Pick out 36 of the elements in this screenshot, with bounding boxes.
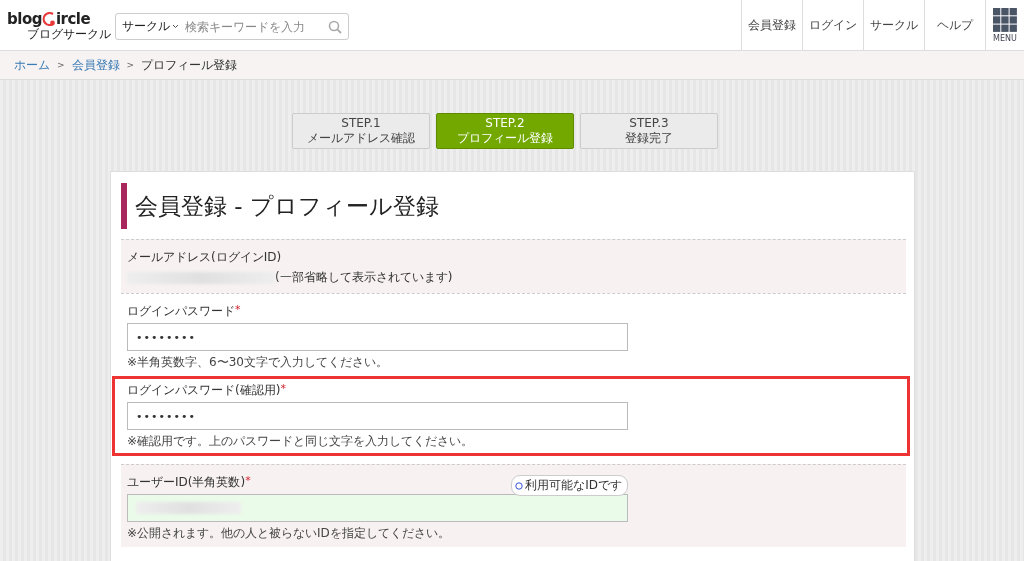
field-label: ユーザーID(半角英数)*	[127, 474, 251, 491]
field-label: メールアドレス(ログインID)	[127, 249, 282, 266]
logo-text: blog	[7, 9, 42, 28]
nav-link[interactable]: 会員登録	[741, 0, 802, 50]
required-mark: *	[245, 474, 251, 487]
logo-circle-icon	[41, 10, 56, 27]
field-label: ログインパスワード(確認用)*	[127, 382, 286, 399]
logo-text: ircle	[55, 9, 91, 28]
page-title: 会員登録 - プロフィール登録	[121, 183, 906, 229]
breadcrumb-link[interactable]: ホーム	[14, 56, 50, 74]
step-indicator: STEP.3 登録完了	[580, 113, 718, 149]
search-icon[interactable]	[328, 19, 342, 34]
breadcrumb-separator: >	[126, 60, 135, 70]
field-hint: ※公開されます。他の人と被らないIDを指定してください。	[127, 526, 450, 540]
status-badge: 利用可能なIDです	[511, 475, 628, 496]
required-mark: *	[280, 382, 286, 395]
input-field[interactable]	[127, 494, 628, 522]
field-hint: ※半角英数字、6〜30文字で入力してください。	[127, 355, 388, 369]
nav-link[interactable]: サークル	[863, 0, 924, 50]
required-mark: *	[235, 303, 241, 316]
search-bar[interactable]: サークル 検索キーワードを入力	[115, 13, 349, 40]
input-field[interactable]: ••••••••	[127, 323, 628, 351]
field-hint: ※確認用です。上のパスワードと同じ文字を入力してください。	[127, 434, 474, 448]
input-field[interactable]: ••••••••	[127, 402, 628, 430]
step-indicator: STEP.2 プロフィール登録	[436, 113, 574, 149]
step-indicator: STEP.1 メールアドレス確認	[292, 113, 430, 149]
grid-icon	[993, 7, 1017, 32]
field-label: ログインパスワード*	[127, 303, 241, 320]
breadcrumb-separator: >	[57, 60, 65, 70]
category-select[interactable]: サークル	[122, 18, 168, 35]
chevron-down-icon	[172, 24, 179, 29]
breadcrumb-current: プロフィール登録	[141, 56, 238, 74]
field-note: (一部省略して表示されています)	[275, 269, 453, 286]
logo-subtitle: ブログサークル	[27, 27, 111, 41]
breadcrumb-link[interactable]: 会員登録	[71, 56, 120, 74]
nav-link[interactable]: ログイン	[802, 0, 863, 50]
